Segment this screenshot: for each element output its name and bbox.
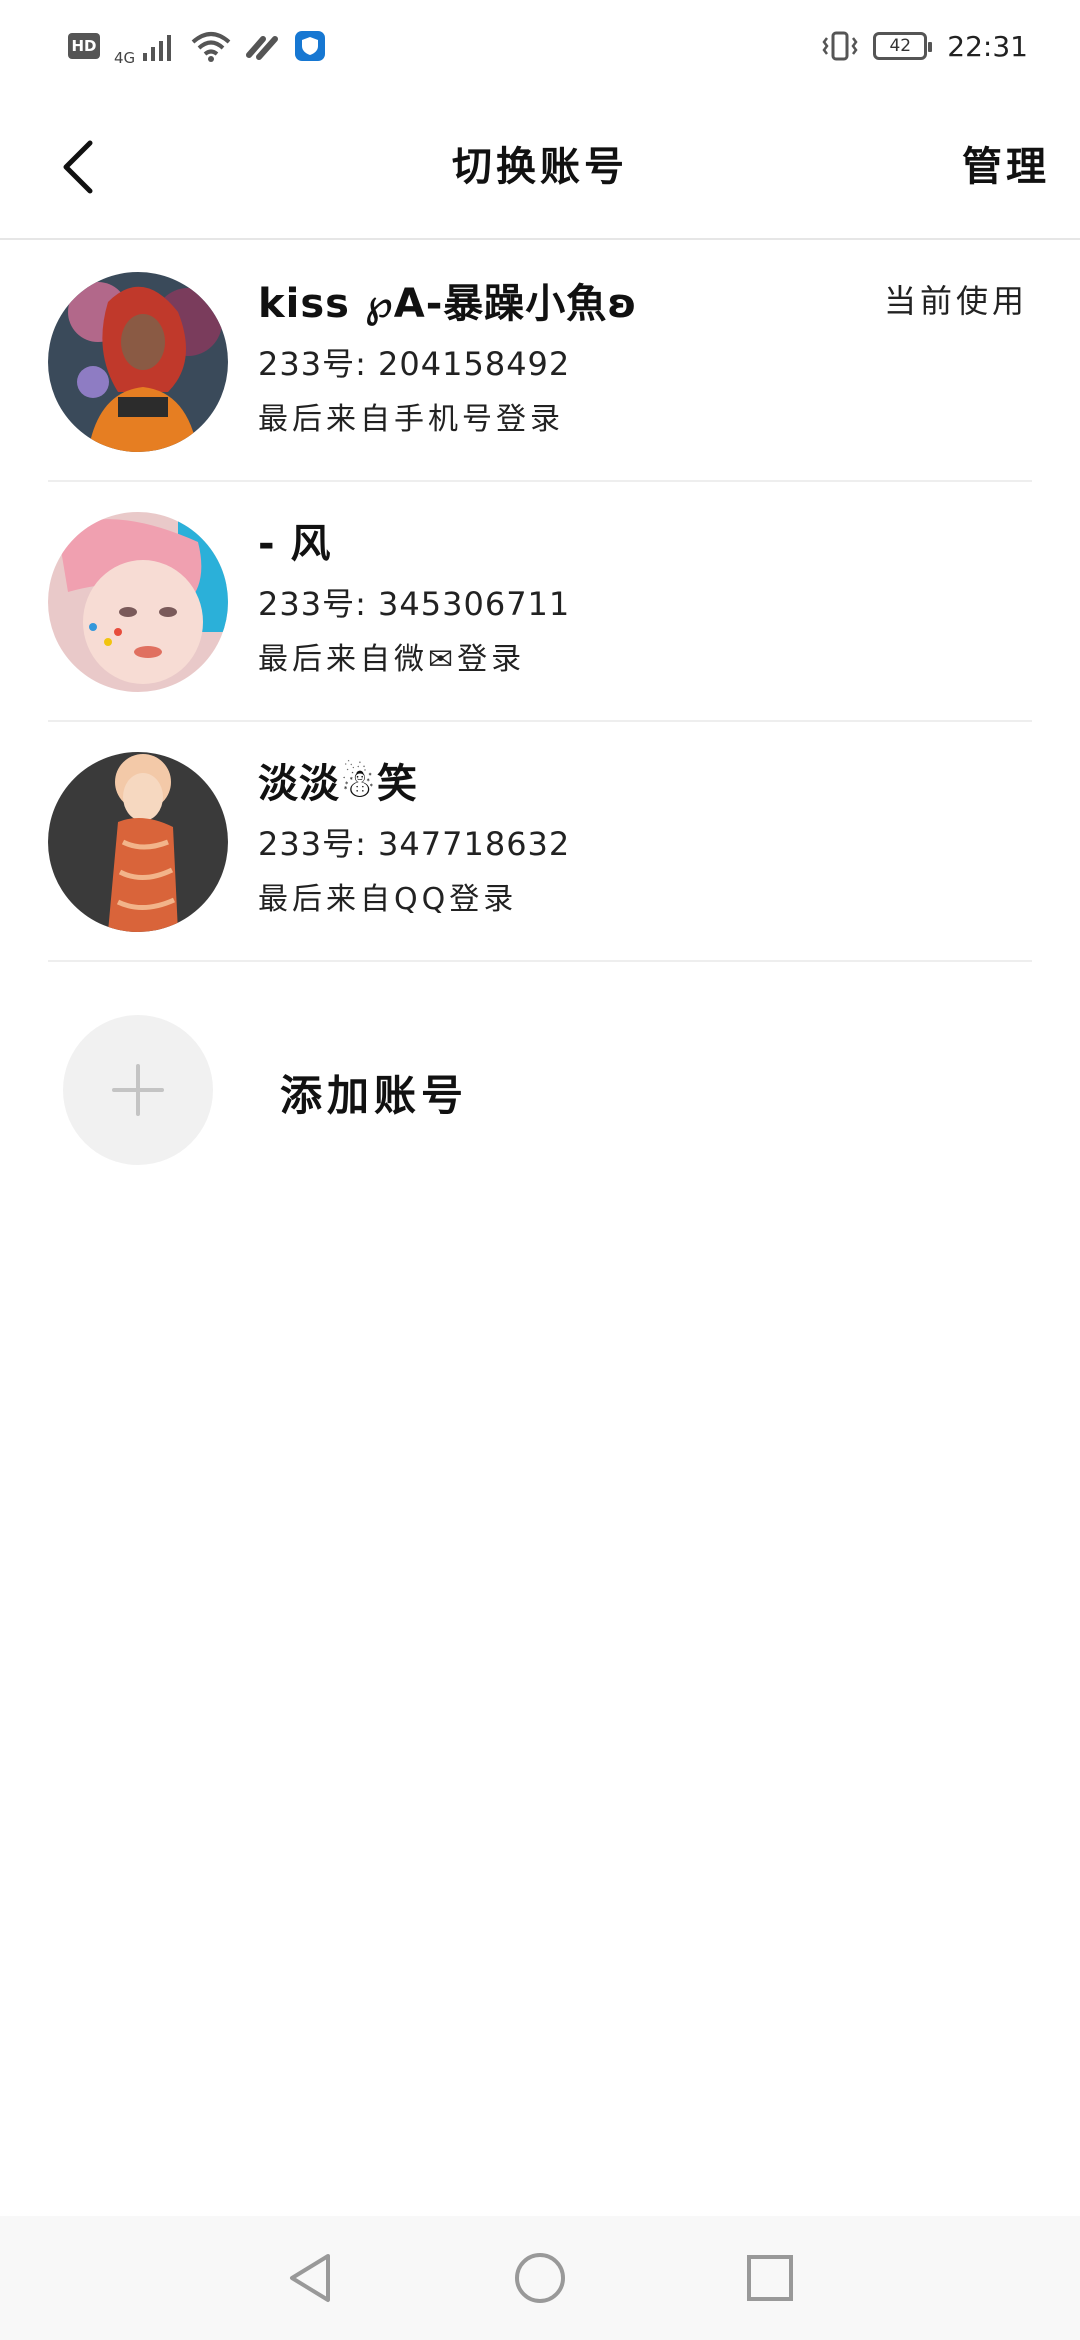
account-info: kiss ℘A-暴躁小魚ʚ 233号: 204158492 最后来自手机号登录 bbox=[258, 276, 638, 442]
add-account-button[interactable]: 添加账号 bbox=[48, 1000, 1032, 1170]
account-item[interactable]: - 风 233号: 345306711 最后来自微✉登录 bbox=[48, 482, 1032, 722]
status-left: HD 4G bbox=[68, 25, 326, 67]
page-title: 切换账号 bbox=[452, 144, 628, 190]
nav-home-button[interactable] bbox=[500, 2238, 580, 2318]
add-account-label: 添加账号 bbox=[280, 1071, 469, 1120]
account-id: 233号: 345306711 bbox=[258, 585, 571, 623]
nav-back-icon bbox=[290, 2254, 330, 2302]
last-login: 最后来自手机号登录 bbox=[258, 402, 564, 437]
shield-icon bbox=[295, 31, 326, 61]
current-account-badge: 当前使用 bbox=[883, 282, 1028, 320]
wifi-icon bbox=[191, 30, 231, 62]
account-name: 淡淡☃笑 bbox=[258, 761, 418, 807]
nav-recent-icon bbox=[747, 2255, 793, 2301]
nav-home-icon bbox=[515, 2253, 565, 2303]
avatar bbox=[48, 752, 228, 932]
last-login: 最后来自微✉登录 bbox=[258, 642, 526, 677]
account-item[interactable]: 淡淡☃笑 233号: 347718632 最后来自QQ登录 bbox=[48, 722, 1032, 962]
account-id: 233号: 347718632 bbox=[258, 825, 571, 863]
account-name: - 风 bbox=[258, 521, 332, 567]
nav-back-button[interactable] bbox=[270, 2238, 350, 2318]
account-id: 233号: 204158492 bbox=[258, 345, 571, 383]
battery-indicator: 42 bbox=[873, 32, 933, 60]
status-bar: HD 4G 42 22:31 bbox=[0, 0, 1080, 92]
last-login: 最后来自QQ登录 bbox=[258, 882, 518, 917]
system-nav-bar bbox=[0, 2216, 1080, 2340]
link-icon bbox=[245, 31, 281, 61]
status-right: 42 22:31 bbox=[821, 30, 1028, 63]
nav-recent-button[interactable] bbox=[730, 2238, 810, 2318]
plus-icon bbox=[112, 1064, 164, 1116]
add-circle bbox=[63, 1015, 213, 1165]
app-header: 切换账号 管理 bbox=[0, 92, 1080, 240]
account-name: kiss ℘A-暴躁小魚ʚ bbox=[258, 281, 638, 327]
hd-badge: HD bbox=[68, 33, 100, 59]
network-type: 4G bbox=[114, 49, 136, 67]
manage-button[interactable]: 管理 bbox=[962, 134, 1050, 192]
avatar bbox=[48, 512, 228, 692]
signal-icon bbox=[143, 31, 177, 61]
clock: 22:31 bbox=[947, 29, 1028, 63]
account-item[interactable]: kiss ℘A-暴躁小魚ʚ 233号: 204158492 最后来自手机号登录 … bbox=[48, 242, 1032, 482]
vibrate-icon bbox=[821, 30, 859, 62]
account-list: kiss ℘A-暴躁小魚ʚ 233号: 204158492 最后来自手机号登录 … bbox=[48, 242, 1032, 962]
account-info: - 风 233号: 345306711 最后来自微✉登录 bbox=[258, 516, 570, 682]
avatar bbox=[48, 272, 228, 452]
account-info: 淡淡☃笑 233号: 347718632 最后来自QQ登录 bbox=[258, 756, 570, 922]
